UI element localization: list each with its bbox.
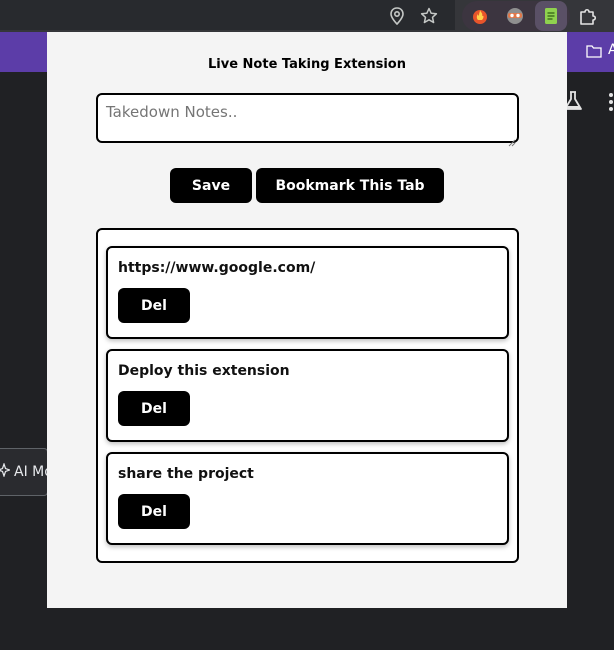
note-text: https://www.google.com/	[118, 260, 316, 276]
delete-note-button[interactable]: Del	[118, 391, 190, 426]
delete-note-button[interactable]: Del	[118, 288, 190, 323]
extension-popup: Live Note Taking Extension Save Bookmark…	[47, 32, 567, 608]
note-card: Deploy this extension Del	[106, 349, 509, 442]
ai-mode-label: AI Mo	[14, 464, 47, 480]
save-button[interactable]: Save	[170, 168, 252, 203]
browser-toolbar	[0, 0, 614, 32]
resize-grip-icon[interactable]	[508, 132, 516, 147]
location-icon[interactable]	[385, 4, 409, 28]
bookmark-tab-button[interactable]: Bookmark This Tab	[256, 168, 444, 203]
extension-mask-icon[interactable]	[503, 4, 527, 28]
popup-title: Live Note Taking Extension	[207, 57, 406, 72]
more-options-icon[interactable]	[608, 92, 614, 116]
bookmark-folder-label[interactable]: A	[608, 42, 614, 58]
extension-fire-icon[interactable]	[468, 4, 492, 28]
sparkle-icon	[0, 462, 12, 481]
puzzle-icon[interactable]	[576, 4, 600, 28]
delete-note-button[interactable]: Del	[118, 494, 190, 529]
note-card: https://www.google.com/ Del	[106, 246, 509, 339]
note-card: share the project Del	[106, 452, 509, 545]
address-bar[interactable]	[0, 0, 455, 30]
star-icon[interactable]	[417, 4, 441, 28]
extension-note-icon[interactable]	[539, 4, 563, 28]
note-input[interactable]	[96, 93, 519, 143]
folder-icon	[586, 43, 602, 62]
notes-list: https://www.google.com/ Del Deploy this …	[96, 228, 519, 563]
ai-mode-button[interactable]: AI Mo	[0, 448, 48, 496]
note-text: Deploy this extension	[118, 363, 290, 379]
note-text: share the project	[118, 466, 254, 482]
